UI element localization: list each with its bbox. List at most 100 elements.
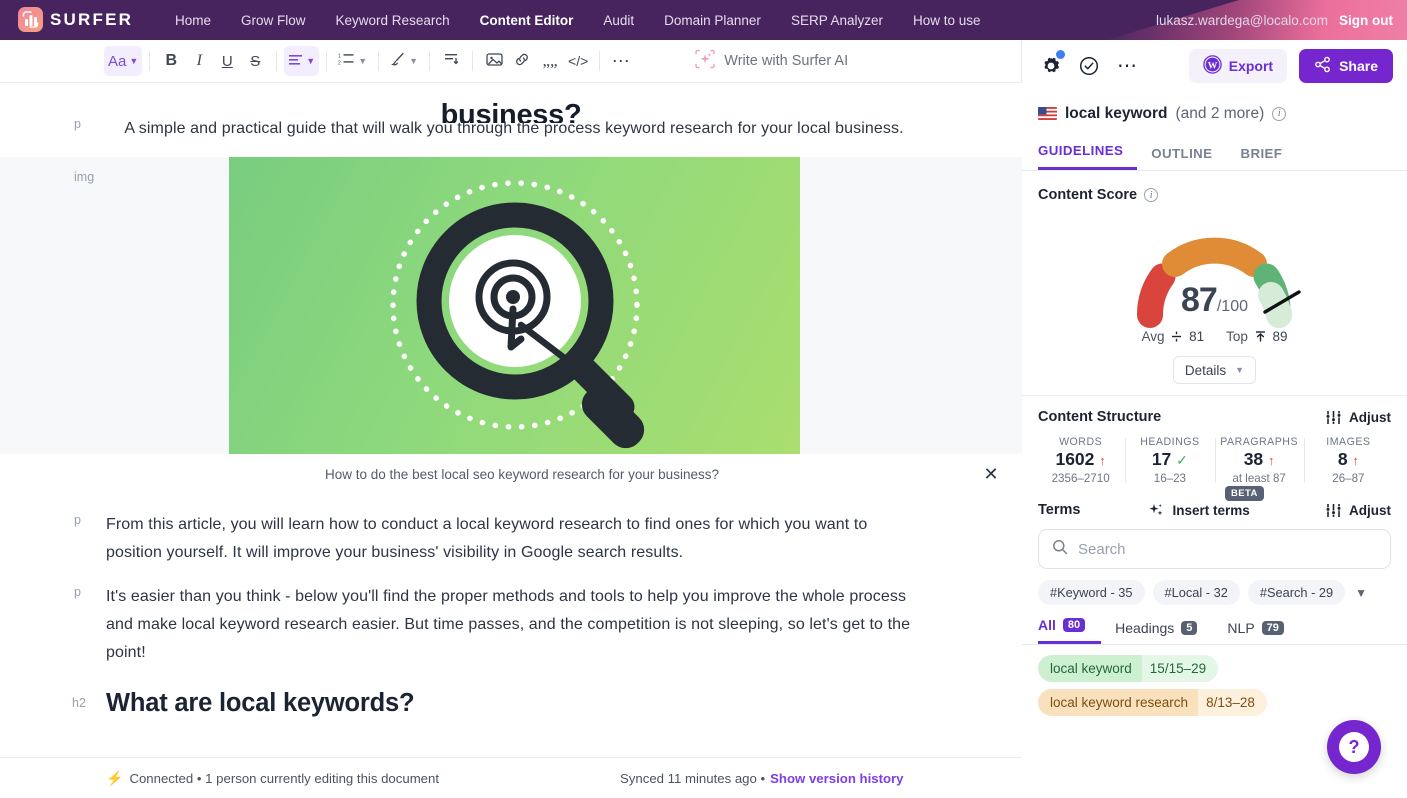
tab-outline[interactable]: OUTLINE — [1137, 146, 1226, 170]
indent-button[interactable] — [437, 46, 465, 76]
terms-search-box[interactable] — [1038, 529, 1391, 569]
panel-more-button[interactable]: ⋯ — [1114, 53, 1140, 79]
nav-link-domain-planner[interactable]: Domain Planner — [649, 0, 776, 40]
terms-tab-headings[interactable]: Headings 5 — [1101, 620, 1213, 644]
nav-link-serp-analyzer[interactable]: SERP Analyzer — [776, 0, 898, 40]
strikethrough-button[interactable]: S — [241, 46, 269, 76]
underline-button[interactable]: U — [213, 46, 241, 76]
chevron-down-icon[interactable]: ▼ — [1355, 586, 1367, 600]
checklist-button[interactable] — [1076, 53, 1102, 79]
sparkle-icon — [695, 49, 715, 74]
document-block-paragraph[interactable]: p A simple and practical guide that will… — [0, 115, 1022, 143]
italic-button[interactable]: I — [185, 46, 213, 76]
numbered-list-button[interactable]: 12 ▼ — [334, 46, 371, 76]
share-button[interactable]: Share — [1299, 49, 1393, 83]
term-item[interactable]: local keyword 15/15–29 — [1038, 655, 1219, 682]
chip-local[interactable]: #Local - 32 — [1152, 580, 1240, 605]
show-version-history-link[interactable]: Show version history — [770, 771, 903, 786]
nav-link-grow-flow[interactable]: Grow Flow — [226, 0, 321, 40]
toolbar-divider — [276, 51, 278, 71]
avg-score-group: Avg 81 — [1142, 329, 1205, 344]
details-toggle-button[interactable]: Details ▼ — [1172, 356, 1257, 384]
panel-tabs: GUIDELINES OUTLINE BRIEF — [1022, 135, 1407, 171]
write-with-surfer-ai-label: Write with Surfer AI — [724, 53, 849, 69]
quote-icon: „„ — [542, 51, 558, 70]
svg-text:2: 2 — [338, 61, 341, 67]
export-button[interactable]: W Export — [1188, 49, 1288, 83]
terms-adjust-button[interactable]: Adjust — [1325, 503, 1391, 518]
terms-filter-chips: #Keyword - 35 #Local - 32 #Search - 29 ▼ — [1022, 569, 1407, 605]
search-input[interactable] — [1078, 540, 1377, 558]
content-structure-stats: WORDS 1602 ↑ 2356–2710 HEADINGS 17 ✓ 16–… — [1022, 425, 1407, 485]
bold-button[interactable]: B — [157, 46, 185, 76]
term-item[interactable]: local keyword research 8/13–28 — [1038, 689, 1267, 716]
font-style-label: Aa — [108, 52, 127, 70]
editor-pane: Aa ▼ B I U S ▼ 12 ▼ ▼ „„ </> ⋯ Write wit… — [0, 40, 1022, 798]
align-button[interactable]: ▼ — [284, 46, 320, 76]
content-score-info-icon[interactable]: i — [1144, 188, 1159, 202]
term-count: 15/15–29 — [1141, 655, 1219, 682]
top-value: 89 — [1272, 329, 1288, 344]
toolbar-divider — [599, 51, 601, 71]
block-type-label: h2 — [72, 696, 86, 710]
document-block-paragraph[interactable]: p From this article, you will learn how … — [0, 511, 1022, 567]
help-button[interactable]: ? — [1327, 720, 1381, 774]
document-block-paragraph[interactable]: p It's easier than you think - below you… — [0, 583, 1022, 667]
keyword-header: local keyword (and 2 more) i — [1022, 92, 1407, 135]
nav-link-audit[interactable]: Audit — [588, 0, 649, 40]
account-email: lukasz.wardega@localo.com — [1155, 12, 1328, 28]
image-caption-text: How to do the best local seo keyword res… — [325, 467, 719, 482]
settings-button[interactable] — [1038, 50, 1065, 79]
code-button[interactable]: </> — [564, 46, 592, 76]
chip-keyword[interactable]: #Keyword - 35 — [1038, 580, 1145, 605]
top-navigation-bar: SURFER Home Grow Flow Keyword Research C… — [0, 0, 1407, 40]
nav-link-how-to-use[interactable]: How to use — [898, 0, 996, 40]
nav-link-keyword-research[interactable]: Keyword Research — [321, 0, 465, 40]
chip-search[interactable]: #Search - 29 — [1247, 580, 1346, 605]
stat-paragraphs: PARAGRAPHS 38 ↑ at least 87 — [1214, 436, 1304, 485]
share-icon — [1314, 56, 1331, 76]
more-options-button[interactable]: ⋯ — [607, 46, 635, 76]
check-circle-icon — [1079, 56, 1099, 76]
stat-value-group: 8 ↑ — [1304, 449, 1393, 470]
surfer-logo[interactable]: SURFER — [18, 7, 133, 32]
close-icon[interactable]: ✕ — [978, 464, 1004, 485]
terms-tab-nlp[interactable]: NLP 79 — [1213, 620, 1299, 644]
document-block-heading[interactable]: h2 What are local keywords? — [0, 689, 1022, 718]
terms-tabs: All 80 Headings 5 NLP 79 — [1022, 605, 1407, 645]
block-type-label: p — [74, 117, 81, 131]
stat-label: HEADINGS — [1140, 436, 1200, 448]
average-icon — [1172, 331, 1182, 342]
content-score-value-group: 87/100 — [1022, 281, 1407, 320]
sign-out-link[interactable]: Sign out — [1339, 13, 1393, 28]
highlight-button[interactable]: ▼ — [386, 46, 422, 76]
document-canvas[interactable]: business? p A simple and practical guide… — [0, 83, 1022, 798]
content-structure-header: Content Structure Adjust — [1022, 396, 1407, 425]
hero-image — [228, 157, 800, 454]
content-structure-adjust-button[interactable]: Adjust — [1325, 410, 1391, 425]
content-structure-title: Content Structure — [1038, 409, 1162, 425]
nav-link-home[interactable]: Home — [160, 0, 226, 40]
nav-link-content-editor[interactable]: Content Editor — [465, 0, 589, 40]
blockquote-button[interactable]: „„ — [536, 46, 564, 76]
tab-guidelines[interactable]: GUIDELINES — [1038, 143, 1138, 170]
keyword-info-icon[interactable]: i — [1272, 106, 1287, 121]
font-style-button[interactable]: Aa ▼ — [104, 46, 143, 76]
tab-brief[interactable]: BRIEF — [1226, 146, 1296, 170]
underline-label: U — [221, 52, 233, 70]
terms-tab-all[interactable]: All 80 — [1038, 617, 1102, 644]
insert-image-button[interactable] — [480, 46, 508, 76]
keyword-name: local keyword — [1065, 104, 1168, 122]
stat-range: 16–23 — [1153, 472, 1186, 485]
terms-tab-label: All — [1038, 617, 1056, 633]
insert-terms-button[interactable]: BETA Insert terms — [1148, 486, 1264, 518]
main-nav-links: Home Grow Flow Keyword Research Content … — [160, 0, 996, 40]
connection-status-text: Connected • 1 person currently editing t… — [129, 770, 440, 786]
document-block-image[interactable]: img How to do the best local seo keyword… — [0, 157, 1022, 495]
write-with-surfer-ai-button[interactable]: Write with Surfer AI — [695, 49, 848, 74]
terms-tab-count: 5 — [1181, 621, 1198, 635]
insert-link-button[interactable] — [508, 46, 536, 76]
link-icon — [514, 52, 530, 71]
search-icon — [1052, 539, 1068, 560]
bar-chart-logo-icon — [18, 7, 43, 32]
